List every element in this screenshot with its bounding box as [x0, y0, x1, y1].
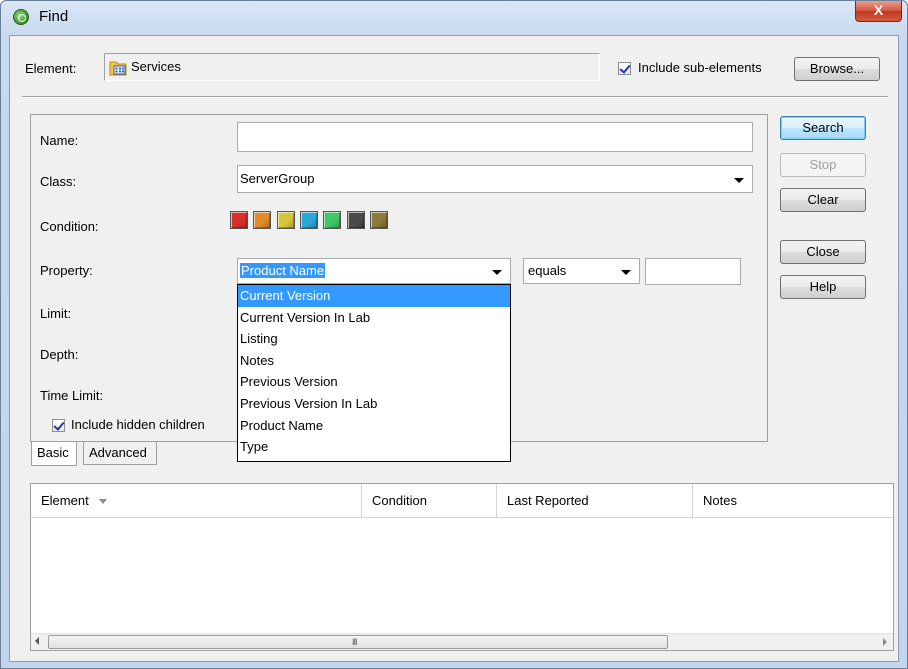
condition-swatch[interactable]: [323, 211, 342, 229]
property-option[interactable]: Product Name: [238, 415, 510, 437]
condition-swatch[interactable]: [230, 211, 248, 229]
property-value-input[interactable]: [645, 258, 741, 285]
name-label: Name:: [40, 133, 79, 148]
property-option[interactable]: Notes: [238, 350, 510, 372]
chevron-down-icon: [492, 270, 502, 275]
operator-select[interactable]: equals: [523, 258, 640, 284]
search-button[interactable]: Search: [780, 116, 866, 140]
chevron-down-icon: [621, 270, 631, 275]
results-table-header: Element Condition Last Reported Notes: [31, 484, 893, 518]
property-select-value: Product Name: [240, 263, 326, 278]
sort-arrow-icon: [98, 499, 107, 505]
property-option[interactable]: Listing: [238, 328, 510, 350]
horizontal-scrollbar[interactable]: III: [31, 633, 893, 650]
stop-button[interactable]: Stop: [780, 153, 866, 177]
condition-label: Condition:: [40, 219, 99, 234]
name-input[interactable]: [237, 122, 753, 152]
column-header-element[interactable]: Element: [31, 484, 362, 518]
dialog-client-area: Element: Services Include sub-elements B…: [9, 35, 899, 662]
property-label: Property:: [40, 263, 93, 278]
results-table[interactable]: Element Condition Last Reported Notes II…: [30, 483, 894, 651]
header-separator: [22, 96, 888, 98]
include-sub-elements-label[interactable]: Include sub-elements: [638, 60, 762, 75]
condition-swatch[interactable]: [346, 211, 365, 229]
column-header-condition[interactable]: Condition: [362, 484, 497, 518]
app-icon: [13, 9, 29, 25]
property-option[interactable]: Previous Version In Lab: [238, 393, 510, 415]
time-limit-label: Time Limit:: [40, 388, 104, 403]
clear-button[interactable]: Clear: [780, 188, 866, 212]
element-field: Services: [104, 53, 600, 81]
scrollbar-grip: III: [352, 637, 357, 647]
class-select-value: ServerGroup: [240, 171, 315, 186]
scroll-right-arrow-icon[interactable]: [883, 638, 887, 646]
chevron-down-icon: [734, 178, 744, 183]
class-label: Class:: [40, 174, 77, 189]
property-option[interactable]: Type: [238, 436, 510, 458]
condition-swatch[interactable]: [299, 211, 318, 229]
scrollbar-thumb[interactable]: III: [48, 635, 668, 649]
help-button[interactable]: Help: [780, 275, 866, 299]
operator-select-value: equals: [528, 263, 567, 278]
close-button[interactable]: Close: [780, 240, 866, 264]
include-hidden-label[interactable]: Include hidden children: [71, 417, 205, 432]
property-option[interactable]: Previous Version: [238, 371, 510, 393]
tab-advanced[interactable]: Advanced: [83, 441, 157, 465]
include-sub-elements-checkbox[interactable]: [618, 62, 631, 75]
condition-swatch[interactable]: [276, 211, 295, 229]
window-title: Find: [39, 8, 69, 25]
element-value: Services: [131, 59, 181, 74]
browse-button[interactable]: Browse...: [794, 57, 880, 81]
property-option[interactable]: Current Version: [238, 285, 510, 307]
services-folder-icon: [109, 61, 127, 76]
property-option[interactable]: Current Version In Lab: [238, 307, 510, 329]
column-header-element-label: Element: [41, 493, 89, 508]
class-select[interactable]: ServerGroup: [237, 165, 753, 193]
tab-basic[interactable]: Basic: [31, 442, 77, 466]
depth-label: Depth:: [40, 347, 79, 362]
include-hidden-checkbox[interactable]: [52, 419, 65, 432]
title-bar[interactable]: Find X: [1, 1, 907, 35]
limit-label: Limit:: [40, 306, 72, 321]
scroll-left-arrow-icon[interactable]: [35, 637, 39, 645]
column-header-notes[interactable]: Notes: [693, 484, 893, 518]
find-dialog-window: Find X Element: Services Include sub-ele…: [0, 0, 908, 669]
property-dropdown-list: Current Version Current Version In Lab Lis…: [237, 284, 511, 462]
condition-swatch[interactable]: [369, 211, 388, 229]
element-label: Element:: [25, 61, 77, 76]
column-header-last-reported[interactable]: Last Reported: [497, 484, 693, 518]
condition-swatch[interactable]: [253, 211, 272, 229]
close-window-button[interactable]: X: [855, 1, 902, 22]
property-select[interactable]: Product Name: [237, 258, 511, 284]
